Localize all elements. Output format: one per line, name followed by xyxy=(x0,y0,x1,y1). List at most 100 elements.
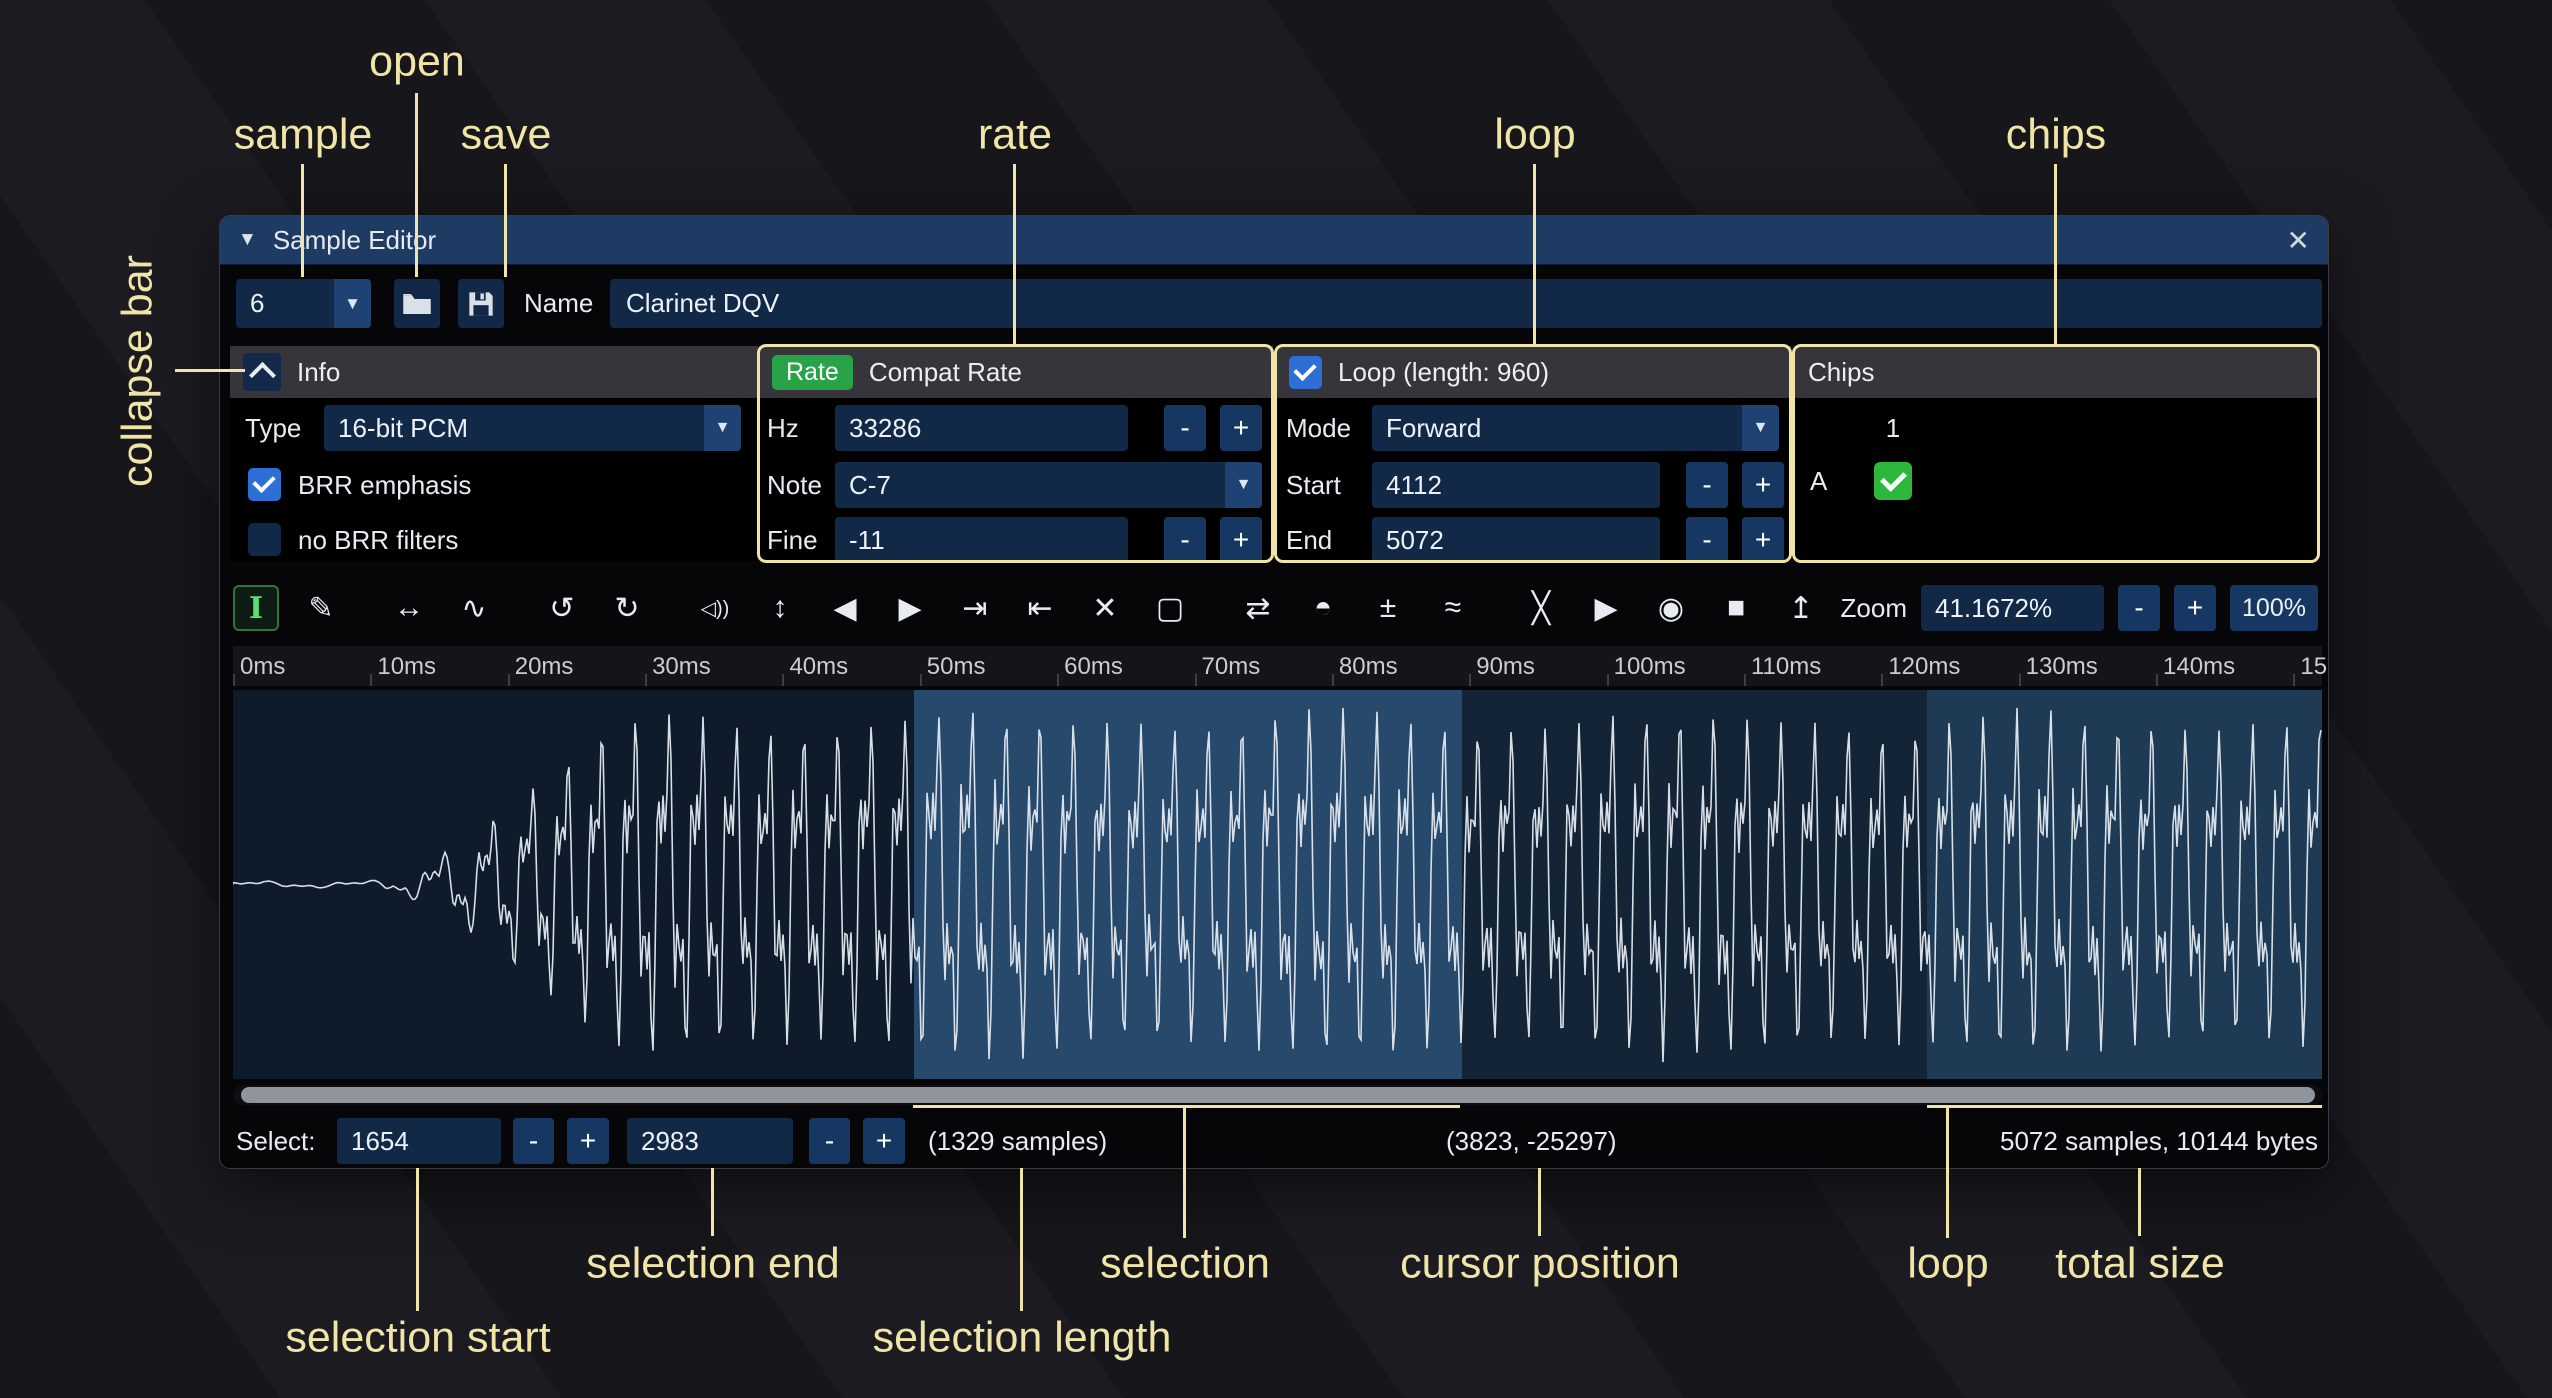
loop-mode-dropdown[interactable]: Forward ▼ xyxy=(1372,405,1779,451)
loop-end-plus-button[interactable]: + xyxy=(1742,517,1784,563)
ruler-tick xyxy=(1744,674,1746,686)
stop-button[interactable]: ■ xyxy=(1713,585,1759,631)
chips-panel-header: Chips xyxy=(1795,346,2320,398)
annotation-selection-label: selection xyxy=(1100,1240,1270,1289)
filter-button[interactable]: ≈ xyxy=(1430,585,1476,631)
chevron-down-icon[interactable]: ▼ xyxy=(334,279,371,328)
waveform-display[interactable] xyxy=(233,690,2322,1079)
loop-mode-value: Forward xyxy=(1386,413,1481,444)
sample-name-input[interactable]: Clarinet DQV xyxy=(610,279,2322,328)
preview-button[interactable]: ▶ xyxy=(1583,585,1629,631)
delete-button[interactable]: ✕ xyxy=(1082,585,1128,631)
chip-enable-checkbox[interactable] xyxy=(1874,462,1912,500)
ruler-tick xyxy=(2019,674,2021,686)
selection-end-minus-button[interactable]: - xyxy=(809,1118,850,1164)
hz-minus-button[interactable]: - xyxy=(1164,405,1206,451)
loop-start-plus-button[interactable]: + xyxy=(1742,462,1784,508)
trim-button[interactable]: ▢ xyxy=(1147,585,1193,631)
insert-silence-button[interactable]: ⇥ xyxy=(952,585,998,631)
loop-end-minus-button[interactable]: - xyxy=(1686,517,1728,563)
sign-invert-button[interactable]: ± xyxy=(1365,585,1411,631)
selection-start-plus-button[interactable]: + xyxy=(567,1118,609,1164)
ruler-label: 130ms xyxy=(2026,653,2098,681)
chevron-up-icon xyxy=(249,361,276,388)
window-collapse-icon[interactable]: ▼ xyxy=(238,229,257,251)
title-bar: ▼ Sample Editor ✕ xyxy=(220,216,2328,265)
annotation-loop-label: loop xyxy=(1494,111,1575,160)
brr-emphasis-label: BRR emphasis xyxy=(298,462,471,508)
selection-end-input[interactable]: 2983 xyxy=(627,1118,793,1164)
open-sample-button[interactable] xyxy=(394,279,440,328)
ruler-tick xyxy=(2156,674,2158,686)
annotation-sample-line xyxy=(301,164,304,277)
ruler-tick xyxy=(1332,674,1334,686)
resize-button[interactable]: ↔ xyxy=(386,585,432,631)
scrollbar-thumb[interactable] xyxy=(241,1087,2315,1103)
edit-mode-select-button[interactable]: I xyxy=(233,585,279,631)
status-row: Select: 1654 - + 2983 - + (1329 samples)… xyxy=(220,1111,2328,1168)
ruler-label: 120ms xyxy=(1888,653,1960,681)
redo-button[interactable]: ↻ xyxy=(604,585,650,631)
crossfade-loop-button[interactable]: ╳ xyxy=(1518,585,1564,631)
annotation-selection-end-label: selection end xyxy=(586,1240,839,1289)
apply-silence-button[interactable]: ⇤ xyxy=(1017,585,1063,631)
no-brr-filters-checkbox[interactable] xyxy=(248,523,281,556)
close-icon[interactable]: ✕ xyxy=(2287,224,2310,257)
collapse-bar-button[interactable] xyxy=(243,353,281,391)
rate-badge[interactable]: Rate xyxy=(772,355,853,390)
note-dropdown[interactable]: C-7 ▼ xyxy=(835,462,1262,508)
select-label: Select: xyxy=(236,1118,316,1164)
selection-start-minus-button[interactable]: - xyxy=(513,1118,554,1164)
zoom-reset-button[interactable]: 100% xyxy=(2230,585,2318,631)
fine-plus-button[interactable]: + xyxy=(1220,517,1262,563)
selection-end-plus-button[interactable]: + xyxy=(863,1118,905,1164)
edit-mode-draw-button[interactable]: ✎ xyxy=(298,585,344,631)
fade-in-button[interactable]: ◀ xyxy=(822,585,868,631)
import-button[interactable]: ↥ xyxy=(1778,585,1824,631)
fine-input[interactable]: -11 xyxy=(835,517,1128,563)
floppy-disk-icon xyxy=(467,290,495,318)
resample-button[interactable]: ∿ xyxy=(451,585,497,631)
normalize-button[interactable]: ↕ xyxy=(757,585,803,631)
cursor-position-text: (3823, -25297) xyxy=(1446,1118,1617,1164)
mode-label: Mode xyxy=(1286,405,1351,451)
fine-label: Fine xyxy=(767,517,818,563)
loop-end-input[interactable]: 5072 xyxy=(1372,517,1660,563)
note-label: Note xyxy=(767,462,822,508)
undo-button[interactable]: ↺ xyxy=(539,585,585,631)
save-sample-button[interactable] xyxy=(458,279,504,328)
annotation-selection-bracket xyxy=(913,1105,1460,1108)
loop-start-input[interactable]: 4112 xyxy=(1372,462,1660,508)
ruler-label: 140ms xyxy=(2163,653,2235,681)
ruler-label: 100ms xyxy=(1614,653,1686,681)
hz-input[interactable]: 33286 xyxy=(835,405,1128,451)
selection-start-input[interactable]: 1654 xyxy=(337,1118,501,1164)
reverse-button[interactable]: ⇄ xyxy=(1235,585,1281,631)
loop-start-label: Start xyxy=(1286,462,1341,508)
type-value: 16-bit PCM xyxy=(338,413,468,444)
type-dropdown[interactable]: 16-bit PCM ▼ xyxy=(324,405,741,451)
ruler-tick xyxy=(782,674,784,686)
zoom-minus-button[interactable]: - xyxy=(2118,585,2160,631)
fine-minus-button[interactable]: - xyxy=(1164,517,1206,563)
note-value: C-7 xyxy=(849,470,891,501)
brr-emphasis-checkbox[interactable] xyxy=(248,468,281,501)
zoom-input[interactable]: 41.1672% xyxy=(1921,585,2104,631)
invert-button[interactable]: ◓ xyxy=(1300,585,1346,631)
sample-number-select[interactable]: 6 ▼ xyxy=(236,279,371,328)
annotation-chips-label: chips xyxy=(2006,111,2106,160)
annotation-open-label: open xyxy=(369,38,465,87)
zoom-plus-button[interactable]: + xyxy=(2174,585,2216,631)
hz-plus-button[interactable]: + xyxy=(1220,405,1262,451)
preview-loop-button[interactable]: ◉ xyxy=(1648,585,1694,631)
annotation-collapse-bar-label: collapse bar xyxy=(114,255,163,487)
ruler-label: 50ms xyxy=(927,653,986,681)
waveform-scrollbar[interactable] xyxy=(233,1085,2322,1105)
loop-enable-checkbox[interactable] xyxy=(1289,356,1322,389)
loop-start-minus-button[interactable]: - xyxy=(1686,462,1728,508)
rate-panel: Rate Compat Rate Hz 33286 - + Note C-7 ▼… xyxy=(759,346,1273,561)
ruler-label: 150ms xyxy=(2300,653,2328,681)
amplify-button[interactable]: ◁)) xyxy=(692,585,738,631)
sample-editor-window: ▼ Sample Editor ✕ 6 ▼ Name Clarinet DQV xyxy=(220,216,2328,1168)
fade-out-button[interactable]: ▶ xyxy=(887,585,933,631)
